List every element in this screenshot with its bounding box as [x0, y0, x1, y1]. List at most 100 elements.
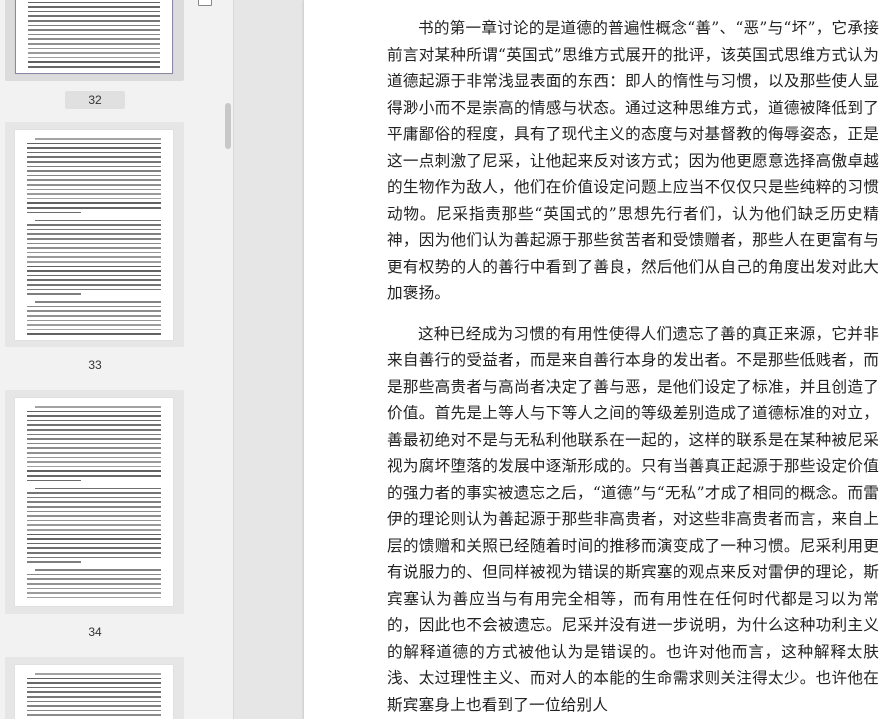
thumbnail-text-line [27, 242, 161, 245]
thumbnail-text-line [27, 207, 161, 209]
document-page: 书的第一章讨论的是道德的普遍性概念“善”、“恶”与“坏”，它承接前言对某种所谓“… [304, 0, 885, 719]
thumbnail-text-line [27, 456, 161, 459]
thumbnail-text-line [27, 709, 161, 712]
thumbnail-text-line [28, 38, 160, 40]
thumbnail-text-line [28, 29, 160, 31]
thumbnail-page-33[interactable] [5, 122, 184, 347]
thumbnail-text-line [27, 596, 161, 599]
thumbnail-text-line [27, 165, 161, 168]
thumbnail-text-line [27, 583, 161, 585]
thumbnail-text-line [35, 673, 161, 675]
thumbnail-text-line [27, 265, 161, 268]
thumbnail-text-line [27, 447, 161, 449]
thumbnail-page-image [15, 0, 173, 74]
thumbnail-text-line [27, 328, 161, 331]
thumbnail-text-line [27, 284, 161, 286]
thumbnail-text-line [27, 261, 161, 263]
thumbnail-page-35[interactable] [5, 657, 184, 719]
thumbnail-text-line [27, 524, 161, 526]
page-body: 书的第一章讨论的是道德的普遍性概念“善”、“恶”与“坏”，它承接前言对某种所谓“… [387, 15, 879, 718]
thumbnail-text-line [27, 142, 161, 145]
thumbnail-text-line [27, 592, 161, 594]
sidebar-options-icon[interactable] [198, 0, 212, 6]
thumbnail-text-line [27, 188, 161, 191]
thumbnail-text-line [27, 424, 161, 426]
thumbnail-label: 33 [88, 358, 102, 372]
thumbnail-text-line [27, 270, 161, 272]
thumbnail-text-line [27, 419, 161, 422]
thumbnail-label: 34 [88, 625, 102, 639]
thumbnail-text-line [27, 233, 161, 235]
thumbnail-text-line [35, 569, 161, 571]
thumbnail-text-line [27, 542, 161, 545]
thumbnail-text-line [28, 47, 160, 50]
thumbnail-page-32[interactable] [5, 0, 184, 81]
thumbnail-text-line [27, 293, 81, 295]
thumbnail-text-line [27, 174, 161, 177]
thumbnail-label: 32 [65, 91, 125, 109]
thumbnail-text-line [27, 561, 81, 563]
thumbnail-text-line [27, 433, 161, 436]
thumbnail-text-line [27, 410, 161, 413]
thumbnail-text-line [27, 156, 161, 158]
thumbnail-text-line [28, 61, 160, 63]
thumbnail-text-line [27, 573, 161, 576]
paragraph: 书的第一章讨论的是道德的普遍性概念“善”、“恶”与“坏”，它承接前言对某种所谓“… [387, 19, 879, 302]
thumbnail-text-line [27, 238, 161, 240]
thumbnail-text-line [27, 465, 161, 468]
sidebar-scrollbar-thumb[interactable] [225, 103, 231, 149]
thumbnail-text-line [27, 442, 161, 445]
thumbnail-text-line [27, 251, 161, 254]
thumbnail-text-line [27, 538, 161, 540]
thumbnail-text-line [27, 197, 161, 200]
thumbnail-text-line [27, 578, 161, 580]
thumbnail-text-line [27, 552, 161, 554]
thumbnail-text-line [27, 556, 161, 559]
thumbnail-text-line [27, 547, 161, 549]
thumbnail-text-line [27, 461, 161, 463]
thumbnail-text-line [27, 691, 161, 693]
thumbnail-text-line [27, 151, 161, 154]
thumbnail-text-line [35, 301, 161, 303]
thumbnail-text-line [27, 279, 161, 281]
thumbnail-text-line [27, 700, 161, 703]
thumbnail-text-line [35, 138, 161, 140]
thumbnail-text-line [28, 10, 160, 13]
thumbnail-text-line [27, 686, 161, 689]
thumbnail-page-image [15, 665, 173, 719]
thumbnail-text-line [27, 170, 161, 172]
thumbnail-text-line [27, 315, 161, 317]
thumbnail-text-line [27, 193, 161, 195]
thumbnail-text-line [27, 587, 161, 590]
thumbnail-text-line [28, 15, 160, 17]
thumbnail-text-line [28, 24, 160, 27]
thumbnail-page-34[interactable] [5, 390, 184, 614]
thumbnail-text-line [28, 66, 160, 68]
thumbnail-text-line [28, 1, 160, 4]
thumbnail-text-line [27, 274, 161, 277]
thumbnail-text-line [27, 492, 161, 494]
thumbnail-text-line [27, 247, 161, 249]
thumbnail-text-line [35, 406, 161, 408]
thumbnail-page-image [15, 398, 173, 606]
thumbnail-text-line [27, 475, 161, 477]
thumbnail-text-line [27, 452, 161, 454]
thumbnail-text-line [27, 179, 161, 181]
thumbnail-text-line [27, 519, 161, 522]
thumbnail-text-line [27, 324, 161, 326]
thumbnail-text-line [27, 319, 161, 322]
thumbnail-text-line [27, 506, 161, 508]
thumbnail-text-line [27, 305, 161, 308]
thumbnail-text-line [27, 228, 161, 231]
thumbnail-text-line [27, 515, 161, 517]
thumbnail-text-line [27, 501, 161, 503]
thumbnail-text-line [35, 487, 161, 490]
thumbnail-text-line [27, 496, 161, 499]
thumbnail-text-line [27, 333, 161, 335]
thumbnail-text-line [27, 288, 161, 291]
thumbnail-text-line [27, 529, 161, 531]
thumbnail-text-line [27, 438, 161, 440]
thumbnail-text-line [27, 184, 161, 186]
thumbnail-text-line [27, 202, 161, 204]
thumbnail-text-line [27, 224, 161, 226]
